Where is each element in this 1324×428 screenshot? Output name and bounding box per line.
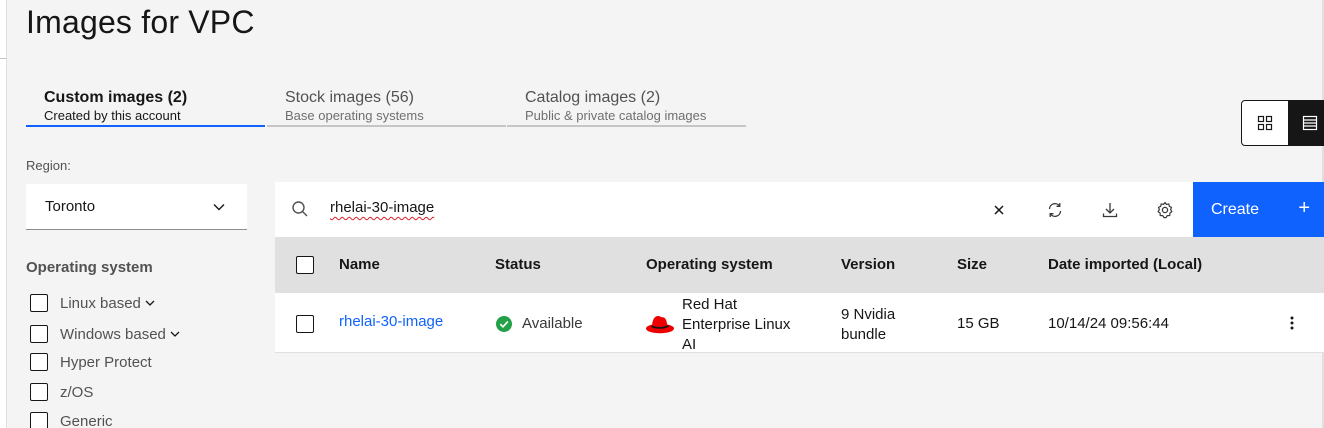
filter-windows-based: Windows based xyxy=(30,323,181,345)
linux-based-checkbox[interactable] xyxy=(30,294,48,312)
hyper-protect-checkbox[interactable] xyxy=(30,353,48,371)
filter-label: Linux based xyxy=(60,294,141,312)
region-label: Region: xyxy=(26,158,71,173)
status-cell: Available xyxy=(496,315,583,332)
check-circle-icon xyxy=(496,315,512,332)
column-header-version[interactable]: Version xyxy=(841,256,895,273)
column-header-name[interactable]: Name xyxy=(339,256,380,273)
chevron-down-icon xyxy=(213,204,225,211)
chevron-down-icon xyxy=(145,300,155,306)
tab-label: Custom images (2) xyxy=(44,89,188,106)
filter-label: Windows based xyxy=(60,325,166,343)
chevron-down-icon xyxy=(170,331,180,337)
search-input[interactable]: rhelai-30-image xyxy=(330,199,434,216)
search-icon xyxy=(292,201,308,217)
column-header-status[interactable]: Status xyxy=(495,256,541,273)
column-header-date-imported[interactable]: Date imported (Local) xyxy=(1048,256,1202,273)
download-icon xyxy=(1102,202,1117,217)
windows-based-checkbox[interactable] xyxy=(30,325,48,343)
settings-icon xyxy=(1157,201,1172,218)
view-switcher xyxy=(1241,100,1324,146)
left-panel-edge xyxy=(0,0,7,428)
operating-system-filter-title: Operating system xyxy=(26,259,153,276)
tab-sublabel: Base operating systems xyxy=(285,108,424,123)
list-icon xyxy=(1302,115,1318,131)
filter-generic: Generic xyxy=(30,410,113,428)
table-row: rhelai-30-image Available Red Hat Enterp… xyxy=(275,293,1324,353)
create-button[interactable]: Create + xyxy=(1193,182,1324,237)
operating-system-cell: Red Hat Enterprise Linux AI xyxy=(682,295,790,355)
status-text: Available xyxy=(522,315,583,332)
refresh-icon xyxy=(1048,202,1061,217)
zos-checkbox[interactable] xyxy=(30,383,48,401)
column-header-size[interactable]: Size xyxy=(957,256,987,273)
grid-icon xyxy=(1257,115,1273,131)
tab-custom-images[interactable]: Custom images (2) Created by this accoun… xyxy=(26,86,265,127)
table-header: Name Status Operating system Version Siz… xyxy=(275,237,1324,293)
image-name-link[interactable]: rhelai-30-image xyxy=(339,313,443,330)
tab-sublabel: Public & private catalog images xyxy=(525,108,707,123)
filter-label: Generic xyxy=(60,412,113,428)
download-button[interactable] xyxy=(1082,182,1137,237)
table-toolbar: rhelai-30-image Create + xyxy=(275,182,1324,237)
expand-windows-based[interactable] xyxy=(169,328,181,340)
size-cell: 15 GB xyxy=(957,315,1000,332)
column-header-operating-system[interactable]: Operating system xyxy=(646,256,773,273)
generic-checkbox[interactable] xyxy=(30,412,48,428)
tab-stock-images[interactable]: Stock images (56) Base operating systems xyxy=(267,86,506,127)
clear-search-button[interactable] xyxy=(971,182,1026,237)
overflow-menu-icon[interactable] xyxy=(1287,315,1297,331)
tab-sublabel: Created by this account xyxy=(44,108,181,123)
tab-label: Stock images (56) xyxy=(285,89,414,106)
tab-catalog-images[interactable]: Catalog images (2) Public & private cata… xyxy=(507,86,746,127)
close-icon xyxy=(993,204,1004,215)
os-name-line: AI xyxy=(682,336,697,353)
version-line: 9 Nvidia xyxy=(841,306,896,323)
date-imported-cell: 10/14/24 09:56:44 xyxy=(1048,315,1169,332)
page-title: Images for VPC xyxy=(26,4,255,40)
os-name-line: Enterprise Linux xyxy=(682,316,791,333)
create-button-label: Create xyxy=(1211,200,1260,218)
plus-icon: + xyxy=(1298,197,1310,219)
table-settings-button[interactable] xyxy=(1137,182,1192,237)
os-name-line: Red Hat xyxy=(682,296,738,313)
select-all-checkbox[interactable] xyxy=(296,256,314,274)
expand-linux-based[interactable] xyxy=(144,297,156,309)
filter-label: Hyper Protect xyxy=(60,353,152,371)
version-line: bundle xyxy=(841,326,887,343)
filter-zos: z/OS xyxy=(30,381,93,403)
filter-hyper-protect: Hyper Protect xyxy=(30,351,152,373)
grid-view-button[interactable] xyxy=(1242,101,1288,145)
row-select-checkbox[interactable] xyxy=(296,315,314,333)
list-view-button[interactable] xyxy=(1288,101,1324,145)
red-hat-logo-icon xyxy=(646,316,674,334)
filter-label: z/OS xyxy=(60,383,94,401)
filter-linux-based: Linux based xyxy=(30,292,156,314)
tab-label: Catalog images (2) xyxy=(525,89,661,106)
refresh-button[interactable] xyxy=(1027,182,1082,237)
region-value: Toronto xyxy=(45,198,96,215)
version-cell: 9 Nvidia bundle xyxy=(841,305,895,345)
region-dropdown[interactable]: Toronto xyxy=(26,184,247,230)
